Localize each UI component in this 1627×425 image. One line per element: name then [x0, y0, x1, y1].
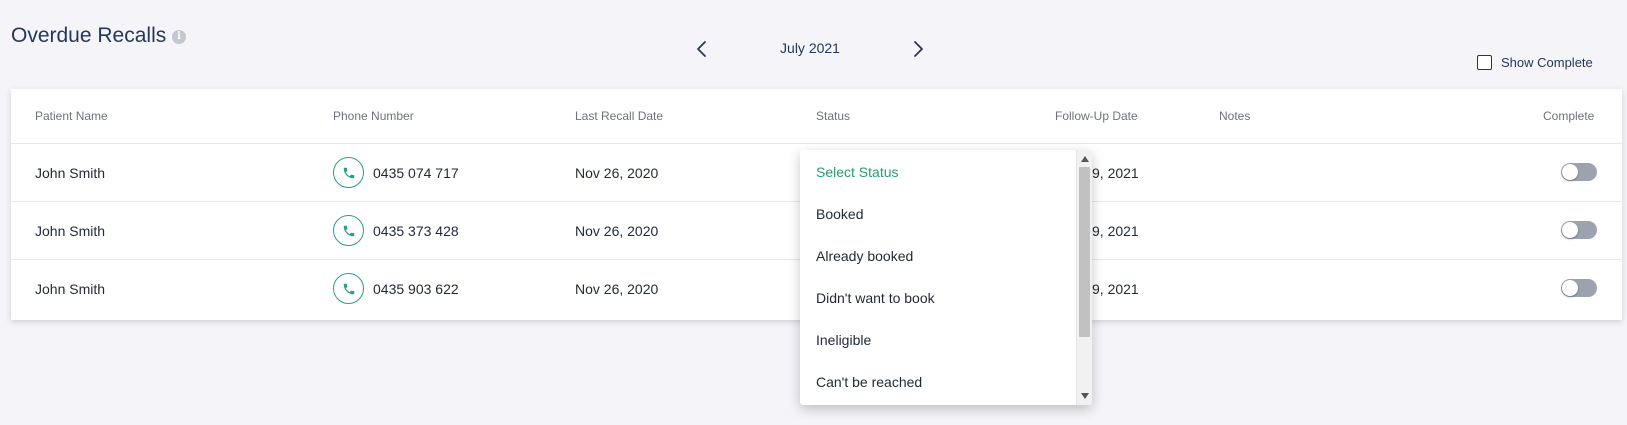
- patient-name-cell: John Smith: [35, 281, 106, 297]
- complete-toggle[interactable]: [1561, 279, 1597, 297]
- show-complete-checkbox[interactable]: [1477, 54, 1492, 70]
- show-complete-label: Show Complete: [1501, 54, 1593, 70]
- follow-up-date-cell: 9, 2021: [1092, 223, 1139, 239]
- status-option-already-booked[interactable]: Already booked: [816, 248, 913, 264]
- follow-up-date-cell: 9, 2021: [1092, 281, 1139, 297]
- phone-icon: [343, 167, 354, 178]
- call-button[interactable]: [333, 157, 364, 188]
- next-month-button[interactable]: [906, 37, 930, 61]
- month-label: July 2021: [780, 40, 840, 56]
- follow-up-date-cell: 9, 2021: [1092, 165, 1139, 181]
- toggle-knob: [1562, 164, 1578, 180]
- dropdown-scrollbar[interactable]: [1076, 150, 1092, 405]
- phone-number-cell: 0435 903 622: [373, 281, 459, 297]
- complete-toggle[interactable]: [1561, 221, 1597, 239]
- column-header-notes[interactable]: Notes: [1219, 109, 1250, 123]
- status-option-select-status[interactable]: Select Status: [816, 164, 899, 180]
- status-option-didnt-want-to-book[interactable]: Didn't want to book: [816, 290, 935, 306]
- overdue-recalls-page: Overdue Recalls i July 2021 Show Complet…: [0, 0, 1627, 425]
- last-recall-date-cell: Nov 26, 2020: [575, 223, 659, 239]
- column-header-status[interactable]: Status: [816, 109, 850, 123]
- status-option-cant-be-reached[interactable]: Can't be reached: [816, 374, 922, 390]
- phone-icon: [343, 283, 354, 294]
- scroll-down-arrow[interactable]: [1077, 389, 1092, 403]
- status-dropdown-menu[interactable]: Select Status Booked Already booked Didn…: [800, 150, 1092, 405]
- phone-number-cell: 0435 373 428: [373, 223, 459, 239]
- phone-icon: [343, 225, 354, 236]
- column-header-last-recall-date[interactable]: Last Recall Date: [575, 109, 663, 123]
- last-recall-date-cell: Nov 26, 2020: [575, 281, 659, 297]
- info-icon[interactable]: i: [172, 30, 186, 44]
- page-title: Overdue Recalls: [11, 24, 167, 47]
- chevron-right-icon: [914, 41, 923, 57]
- column-header-follow-up-date[interactable]: Follow-Up Date: [1055, 109, 1138, 123]
- scroll-up-arrow[interactable]: [1077, 152, 1092, 166]
- phone-number-cell: 0435 074 717: [373, 165, 459, 181]
- triangle-down-icon: [1081, 393, 1089, 399]
- month-navigation: July 2021: [690, 34, 930, 64]
- column-header-phone-number[interactable]: Phone Number: [333, 109, 414, 123]
- toggle-knob: [1562, 222, 1578, 238]
- status-option-ineligible[interactable]: Ineligible: [816, 332, 871, 348]
- triangle-up-icon: [1081, 156, 1089, 162]
- show-complete-toggle[interactable]: Show Complete: [1477, 54, 1593, 70]
- call-button[interactable]: [333, 215, 364, 246]
- column-header-complete[interactable]: Complete: [1543, 109, 1594, 123]
- patient-name-cell: John Smith: [35, 165, 106, 181]
- patient-name-cell: John Smith: [35, 223, 106, 239]
- last-recall-date-cell: Nov 26, 2020: [575, 165, 659, 181]
- scrollbar-thumb[interactable]: [1079, 167, 1090, 337]
- call-button[interactable]: [333, 273, 364, 304]
- toggle-knob: [1562, 280, 1578, 296]
- column-header-patient-name[interactable]: Patient Name: [35, 109, 108, 123]
- complete-toggle[interactable]: [1561, 163, 1597, 181]
- status-option-booked[interactable]: Booked: [816, 206, 863, 222]
